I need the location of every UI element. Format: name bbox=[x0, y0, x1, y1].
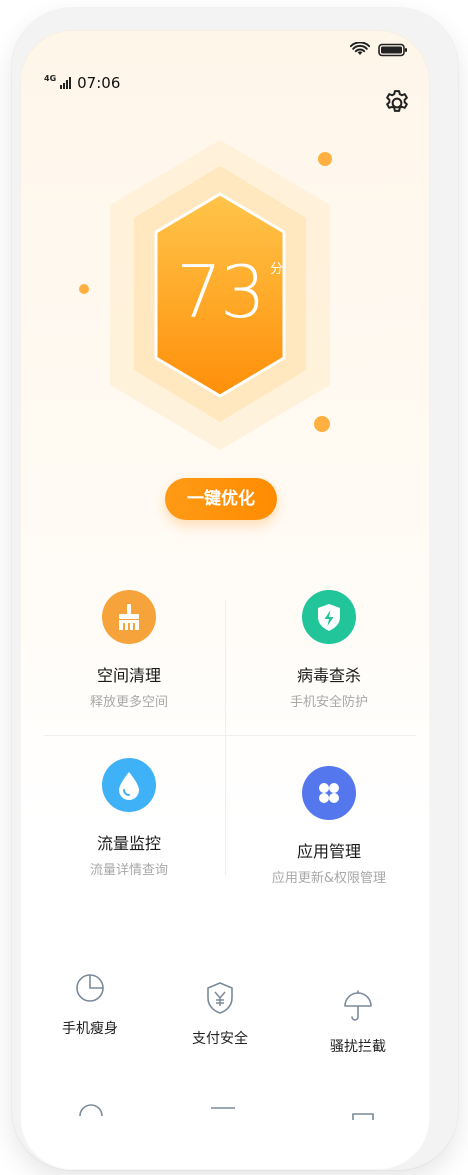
feature-subtitle: 流量详情查询 bbox=[89, 863, 168, 878]
tool-payment-security[interactable]: 支付安全 bbox=[160, 980, 280, 1048]
optimize-button[interactable]: 一键优化 bbox=[165, 478, 277, 520]
tool-label: 手机瘦身 bbox=[62, 1021, 118, 1037]
feature-space-cleanup[interactable]: 空间清理 释放更多空间 bbox=[44, 590, 214, 730]
umbrella-icon bbox=[344, 990, 372, 1021]
decor-dot bbox=[79, 284, 89, 294]
screen: 4G 07:06 73 分 一键优化 空间清理 释放更多空间 病毒查杀 手机安全… bbox=[20, 30, 430, 1170]
feature-subtitle: 释放更多空间 bbox=[89, 695, 168, 710]
feature-subtitle: 手机安全防护 bbox=[289, 695, 368, 710]
status-left: 4G 07:06 bbox=[44, 74, 120, 92]
tool-harassment-block[interactable]: 骚扰拦截 bbox=[298, 988, 418, 1056]
score-display: 73 分 bbox=[100, 130, 340, 470]
feature-icon-circle bbox=[102, 590, 156, 644]
feature-icon-circle bbox=[102, 758, 156, 812]
network-type: 4G bbox=[44, 74, 57, 83]
gear-icon bbox=[386, 90, 408, 112]
tool-label: 支付安全 bbox=[192, 1031, 248, 1047]
partial-square-icon bbox=[352, 1113, 374, 1120]
partial-circle-icon bbox=[79, 1104, 103, 1117]
shield-yuan-icon bbox=[207, 982, 233, 1014]
grid-divider-vertical bbox=[225, 600, 226, 875]
wifi-icon bbox=[350, 42, 370, 55]
score-value: 73 bbox=[176, 250, 266, 334]
water-drop-icon bbox=[119, 772, 139, 800]
feature-grid: 空间清理 释放更多空间 病毒查杀 手机安全防护 流量监控 流量详情查询 应用管理… bbox=[44, 590, 416, 890]
feature-title: 流量监控 bbox=[96, 834, 161, 853]
apps-grid-icon bbox=[319, 783, 339, 803]
feature-title: 病毒查杀 bbox=[296, 666, 361, 685]
score-unit: 分 bbox=[270, 262, 284, 277]
feature-app-management[interactable]: 应用管理 应用更新&权限管理 bbox=[244, 766, 414, 906]
feature-title: 应用管理 bbox=[296, 842, 361, 861]
broom-icon bbox=[119, 604, 139, 630]
shield-bolt-icon bbox=[318, 604, 340, 631]
score-badge: 73 分 bbox=[100, 130, 340, 470]
clock: 07:06 bbox=[77, 74, 121, 92]
tool-label: 骚扰拦截 bbox=[330, 1039, 386, 1055]
pie-chart-icon bbox=[76, 974, 104, 1002]
feature-subtitle: 应用更新&权限管理 bbox=[271, 871, 387, 886]
next-row-partial bbox=[20, 1090, 430, 1130]
battery-icon bbox=[378, 43, 407, 56]
status-bar: 4G 07:06 bbox=[20, 30, 430, 100]
feature-virus-scan[interactable]: 病毒查杀 手机安全防护 bbox=[244, 590, 414, 730]
signal-icon bbox=[60, 77, 72, 89]
partial-square-icon bbox=[211, 1107, 235, 1109]
tool-phone-slim[interactable]: 手机瘦身 bbox=[30, 970, 150, 1038]
feature-data-monitor[interactable]: 流量监控 流量详情查询 bbox=[44, 758, 214, 898]
feature-title: 空间清理 bbox=[96, 666, 161, 685]
tools-row: 手机瘦身 支付安全 骚扰拦截 bbox=[20, 970, 430, 1060]
feature-icon-circle bbox=[302, 766, 356, 820]
feature-icon-circle bbox=[302, 590, 356, 644]
status-right bbox=[350, 42, 408, 57]
settings-button[interactable] bbox=[382, 88, 412, 118]
grid-divider-horizontal bbox=[44, 735, 416, 736]
